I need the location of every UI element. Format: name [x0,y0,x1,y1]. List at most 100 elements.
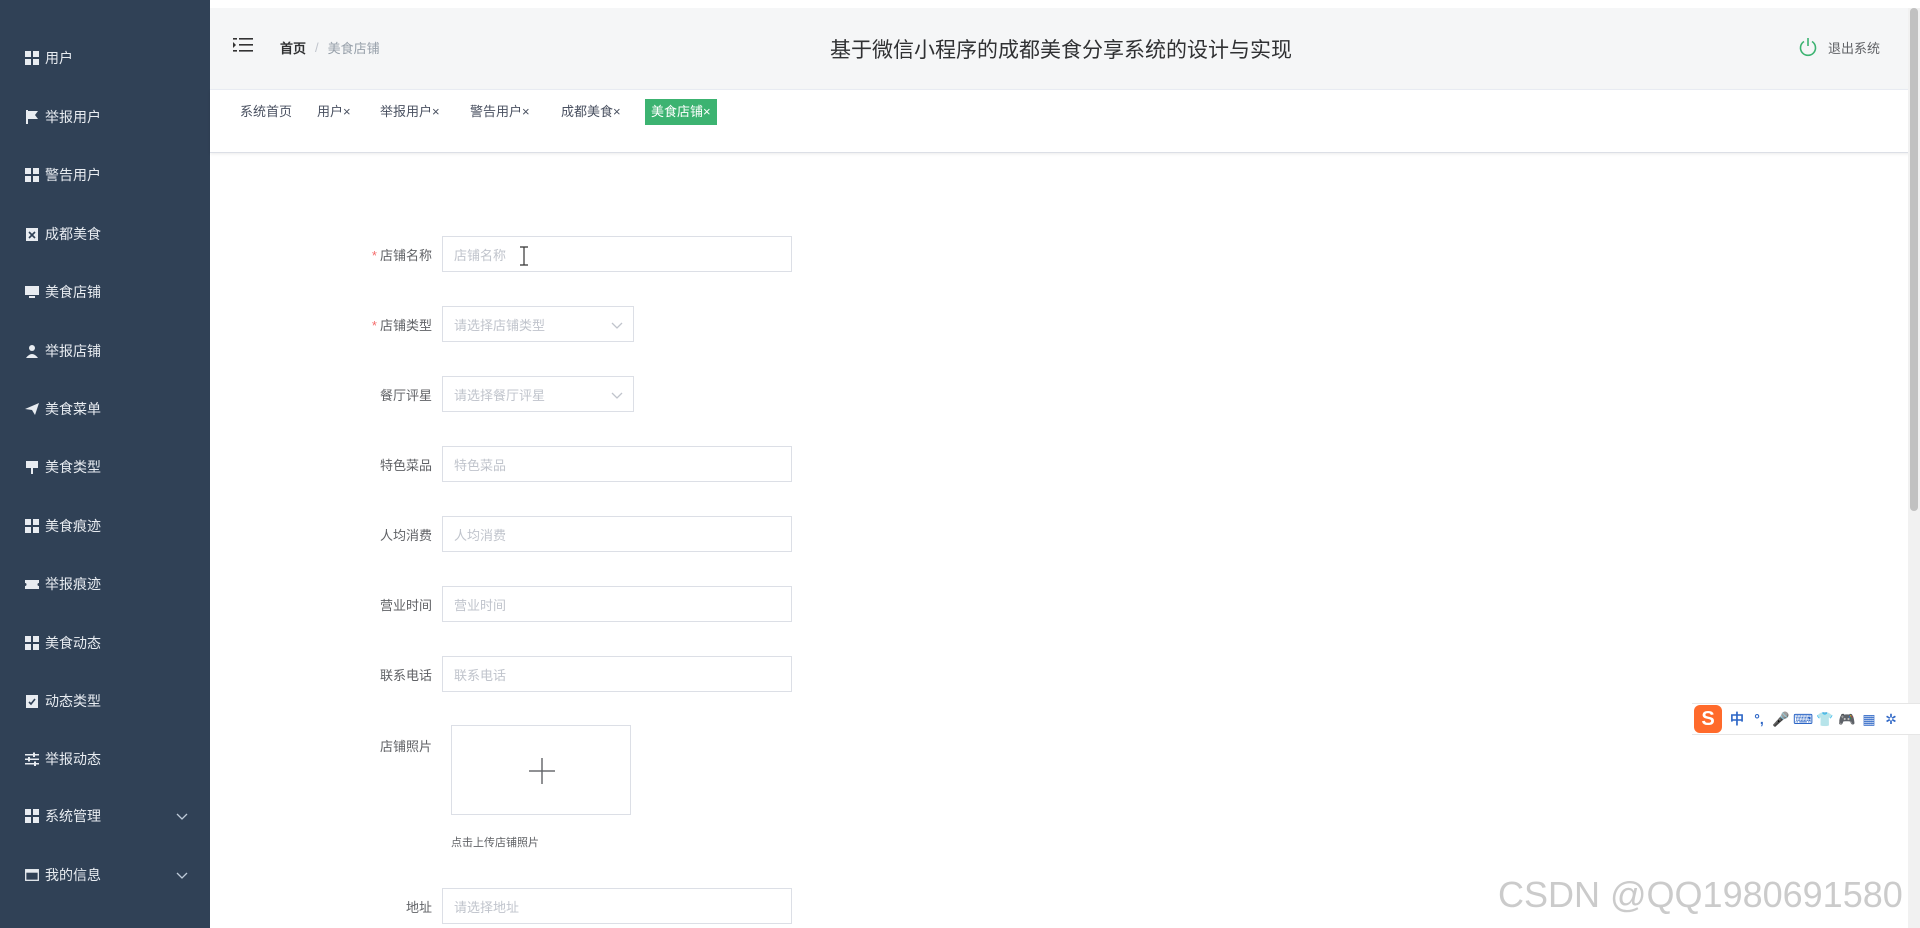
sidebar-item-label: 系统管理 [45,808,101,824]
window-icon [25,868,39,882]
ime-microphone-icon[interactable]: 🎤 [1770,708,1792,730]
shop-type-select[interactable]: 请选择店铺类型 [442,306,634,342]
ime-settings-icon[interactable]: ✲ [1880,708,1902,730]
tab-users[interactable]: 用户× [311,99,357,125]
sidebar-item-my-info[interactable]: 我的信息 [0,855,210,895]
grid-icon [25,636,39,650]
monitor-icon [25,285,39,299]
sidebar-item-reported-users[interactable]: 举报用户 [0,97,210,137]
tab-chengdu-food[interactable]: 成都美食× [555,99,627,125]
sidebar-item-label: 动态类型 [45,693,101,709]
form-row-avg-cost: 人均消费 人均消费 [340,516,792,552]
watermark: CSDN @QQ1980691580 [1498,874,1903,915]
form-row-special-dish: 特色菜品 特色菜品 [340,446,792,482]
sidebar-item-food-posts[interactable]: 美食动态 [0,623,210,663]
required-mark: * [371,317,377,333]
sidebar-item-label: 举报痕迹 [45,576,101,592]
tabs-bar: 系统首页 用户× 举报用户× 警告用户× 成都美食× 美食店铺× [210,90,1912,153]
plus-icon [529,758,555,784]
form-row-shop-name: * 店铺名称 店铺名称 [340,236,792,272]
ime-apps-icon[interactable]: ▦ [1858,708,1880,730]
page-title: 基于微信小程序的成都美食分享系统的设计与实现 [830,39,1292,62]
sidebar-item-label: 美食类型 [45,459,101,475]
required-mark: * [371,247,377,263]
sliders-icon [25,752,39,766]
sidebar-item-warned-users[interactable]: 警告用户 [0,155,210,195]
logout-button[interactable]: 退出系统 [1798,37,1880,57]
shop-photo-upload[interactable] [451,725,631,815]
sidebar-item-chengdu-food[interactable]: 成都美食 [0,214,210,254]
hours-label: 营业时间 [379,597,432,613]
form-row-shop-type: * 店铺类型 请选择店铺类型 [340,306,634,342]
avg-cost-input[interactable]: 人均消费 [442,516,792,552]
sidebar-item-label: 美食动态 [45,635,101,651]
chevron-down-icon [611,392,623,399]
sidebar-item-system-management[interactable]: 系统管理 [0,796,210,836]
sidebar-item-food-types[interactable]: 美食类型 [0,447,210,487]
hours-input[interactable]: 营业时间 [442,586,792,622]
tab-food-shops[interactable]: 美食店铺× [645,99,717,125]
sidebar-item-food-traces[interactable]: 美食痕迹 [0,506,210,546]
clipboard-icon [25,227,39,241]
grid-icon [25,519,39,533]
sidebar-item-label: 举报动态 [45,751,101,767]
sidebar-item-reported-posts[interactable]: 举报动态 [0,739,210,779]
user-icon [25,344,39,358]
sidebar-item-reported-shops[interactable]: 举报店铺 [0,331,210,371]
grid-icon [25,51,39,65]
scrollbar-thumb[interactable] [1910,8,1918,511]
sidebar-item-label: 用户 [45,50,73,66]
shop-name-input[interactable]: 店铺名称 [442,236,792,272]
sidebar-item-label: 美食痕迹 [45,518,101,534]
scrollbar[interactable] [1908,8,1920,928]
rating-select[interactable]: 请选择餐厅评星 [442,376,634,412]
paper-plane-icon [25,402,39,416]
sidebar-item-post-types[interactable]: 动态类型 [0,681,210,721]
chevron-down-icon [176,813,188,820]
form-row-rating: 餐厅评星 请选择餐厅评星 [340,376,634,412]
form-row-address: 地址 请选择地址 [340,888,792,924]
tab-home[interactable]: 系统首页 [234,99,298,125]
power-icon [1798,37,1818,57]
ime-skin-icon[interactable]: 👕 [1814,708,1836,730]
sidebar-item-label: 美食店铺 [45,284,101,300]
ime-chinese-mode[interactable]: 中 [1726,708,1748,730]
sidebar-item-food-shops[interactable]: 美食店铺 [0,272,210,312]
avg-cost-label: 人均消费 [379,527,432,543]
sidebar-item-reported-traces[interactable]: 举报痕迹 [0,564,210,604]
ticket-icon [25,577,39,591]
logout-label: 退出系统 [1827,40,1880,56]
sidebar-item-label: 美食菜单 [45,401,101,417]
ime-toolbar[interactable]: S 中 °, 🎤 ⌨ 👕 🎮 ▦ ✲ [1692,703,1920,735]
form-row-hours: 营业时间 营业时间 [340,586,792,622]
sidebar-item-label: 我的信息 [45,867,101,883]
address-label: 地址 [405,899,432,915]
sidebar-item-users[interactable]: 用户 [0,38,210,78]
sidebar: 用户 举报用户 警告用户 成都美食 美食店铺 举报店铺 美食菜单 美食类型 美食… [0,0,210,928]
sidebar-item-food-menu[interactable]: 美食菜单 [0,389,210,429]
sidebar-item-label: 警告用户 [45,167,101,183]
sidebar-item-label: 成都美食 [45,226,101,242]
rating-label: 餐厅评星 [379,387,432,403]
address-input[interactable]: 请选择地址 [442,888,792,924]
phone-input[interactable]: 联系电话 [442,656,792,692]
chevron-down-icon [176,872,188,879]
special-dish-label: 特色菜品 [379,457,432,473]
ime-game-icon[interactable]: 🎮 [1836,708,1858,730]
ime-punctuation-icon[interactable]: °, [1748,708,1770,730]
grid-icon [25,809,39,823]
ime-keyboard-icon[interactable]: ⌨ [1792,708,1814,730]
sign-icon [25,460,39,474]
tab-warned-users[interactable]: 警告用户× [464,99,536,125]
shop-name-label: * 店铺名称 [371,247,432,263]
form-row-phone: 联系电话 联系电话 [340,656,792,692]
chevron-down-icon [611,322,623,329]
tab-reported-users[interactable]: 举报用户× [374,99,446,125]
top-header: 首页 / 美食店铺 基于微信小程序的成都美食分享系统的设计与实现 退出系统 [210,8,1912,90]
special-dish-input[interactable]: 特色菜品 [442,446,792,482]
phone-label: 联系电话 [379,667,432,683]
upload-tip: 点击上传店铺照片 [451,837,539,849]
ime-logo-icon[interactable]: S [1694,705,1722,733]
flag-icon [25,110,39,124]
sidebar-item-label: 举报用户 [45,109,101,125]
